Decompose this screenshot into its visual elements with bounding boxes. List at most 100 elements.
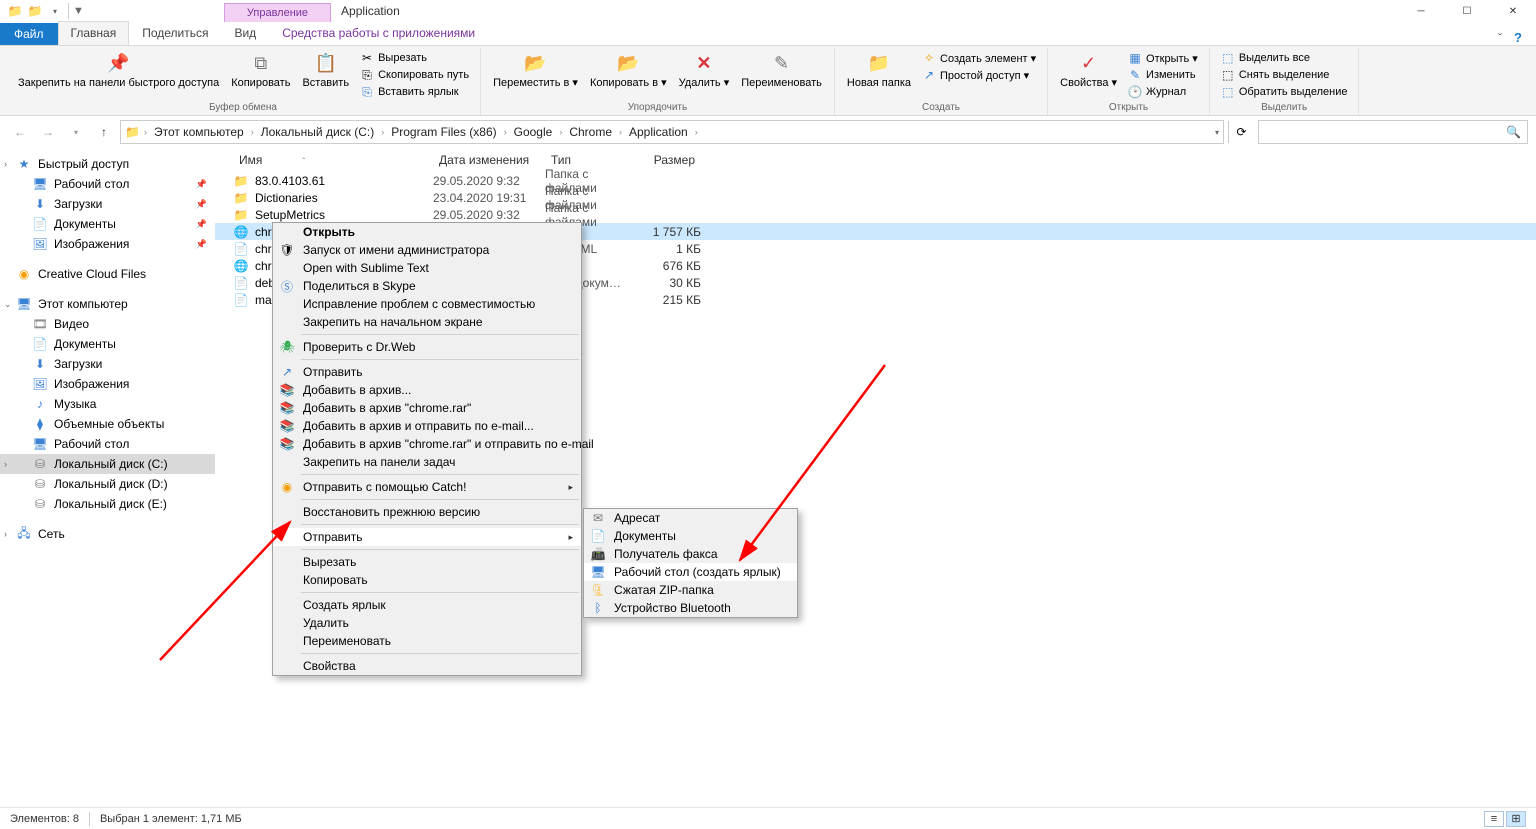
ribbon-collapse-icon[interactable]: ˇ — [1498, 31, 1502, 45]
nav-music[interactable]: ♪Музыка — [0, 394, 215, 414]
qat-dropdown[interactable]: ▾ — [46, 2, 64, 20]
paste-button[interactable]: 📋Вставить — [298, 48, 353, 91]
nav-videos[interactable]: 🎞Видео — [0, 314, 215, 334]
rename-button[interactable]: ✎Переименовать — [737, 48, 826, 91]
up-button[interactable]: ↑ — [92, 120, 116, 144]
ctx-properties[interactable]: Свойства — [273, 657, 581, 675]
ctx-send-to[interactable]: Отправить▸ — [273, 528, 581, 546]
nav-desktop[interactable]: 🖥Рабочий стол📌 — [0, 174, 215, 194]
nav-this-pc[interactable]: ⌄🖥Этот компьютер — [0, 294, 215, 314]
sub-bluetooth[interactable]: ᛒУстройство Bluetooth — [584, 599, 797, 617]
tab-app-tools[interactable]: Средства работы с приложениями — [269, 21, 488, 45]
sub-recipient[interactable]: ✉Адресат — [584, 509, 797, 527]
pin-quick-access-button[interactable]: 📌Закрепить на панели быстрого доступа — [14, 48, 223, 91]
tab-view[interactable]: Вид — [221, 21, 269, 45]
tab-share[interactable]: Поделиться — [129, 21, 221, 45]
edit-button[interactable]: ✎Изменить — [1125, 67, 1201, 83]
ctx-share-skype[interactable]: ⓈПоделиться в Skype — [273, 277, 581, 295]
navigation-pane[interactable]: ›★Быстрый доступ 🖥Рабочий стол📌 ⬇Загрузк… — [0, 148, 215, 807]
new-folder-button[interactable]: 📁Новая папка — [843, 48, 915, 91]
col-name[interactable]: Имяˆ — [233, 153, 433, 167]
recent-dropdown[interactable]: ▾ — [64, 120, 88, 144]
view-large-icons-button[interactable]: ⊞ — [1506, 811, 1526, 827]
ctx-rename[interactable]: Переименовать — [273, 632, 581, 650]
ctx-send-catch[interactable]: ◉Отправить с помощью Catch!▸ — [273, 478, 581, 496]
nav-disk-e[interactable]: ⛁Локальный диск (E:) — [0, 494, 215, 514]
nav-documents[interactable]: 📄Документы📌 — [0, 214, 215, 234]
forward-button[interactable]: → — [36, 120, 60, 144]
breadcrumb-bar[interactable]: 📁 › Этот компьютер› Локальный диск (C:)›… — [120, 120, 1224, 144]
sub-zip[interactable]: 🗜Сжатая ZIP-папка — [584, 581, 797, 599]
ctx-pin-start[interactable]: Закрепить на начальном экране — [273, 313, 581, 331]
copy-to-button[interactable]: 📂Копировать в ▾ — [586, 48, 671, 91]
invert-selection-button[interactable]: ⬚Обратить выделение — [1218, 84, 1351, 100]
easy-access-button[interactable]: ↗Простой доступ ▾ — [919, 67, 1039, 83]
ctx-open[interactable]: Открыть — [273, 223, 581, 241]
help-icon[interactable]: ? — [1514, 30, 1522, 45]
sub-documents[interactable]: 📄Документы — [584, 527, 797, 545]
delete-button[interactable]: ✕Удалить ▾ — [675, 48, 734, 91]
view-details-button[interactable]: ≡ — [1484, 811, 1504, 827]
cut-button[interactable]: ✂Вырезать — [357, 50, 472, 66]
nav-downloads[interactable]: ⬇Загрузки📌 — [0, 194, 215, 214]
col-type[interactable]: Тип — [545, 153, 635, 167]
qat-folder-icon[interactable]: 📁 — [26, 2, 44, 20]
nav-documents-pc[interactable]: 📄Документы — [0, 334, 215, 354]
nav-quick-access[interactable]: ›★Быстрый доступ — [0, 154, 215, 174]
context-menu[interactable]: Открыть 🛡Запуск от имени администратора … — [272, 222, 582, 676]
nav-3d-objects[interactable]: ⧫Объемные объекты — [0, 414, 215, 434]
sub-desktop-shortcut[interactable]: 🖥Рабочий стол (создать ярлык) — [584, 563, 797, 581]
minimize-button[interactable]: ─ — [1398, 0, 1444, 22]
ctx-cut[interactable]: Вырезать — [273, 553, 581, 571]
open-button[interactable]: ▦Открыть ▾ — [1125, 50, 1201, 66]
paste-shortcut-button[interactable]: ⎘Вставить ярлык — [357, 84, 472, 100]
column-headers[interactable]: Имяˆ Дата изменения Тип Размер — [215, 148, 1536, 172]
ctx-add-archive-chrome-email[interactable]: 📚Добавить в архив "chrome.rar" и отправи… — [273, 435, 581, 453]
nav-pictures-pc[interactable]: 🖼Изображения — [0, 374, 215, 394]
refresh-button[interactable]: ⟳ — [1228, 121, 1254, 143]
ctx-add-archive[interactable]: 📚Добавить в архив... — [273, 381, 581, 399]
qat-overflow[interactable]: ▼ — [73, 5, 84, 17]
col-date[interactable]: Дата изменения — [433, 153, 545, 167]
col-size[interactable]: Размер — [635, 153, 701, 167]
crumb-program-files[interactable]: Program Files (x86) — [388, 125, 499, 139]
crumb-chrome[interactable]: Chrome — [566, 125, 615, 139]
nav-disk-c[interactable]: ›⛁Локальный диск (C:) — [0, 454, 215, 474]
tab-file[interactable]: Файл — [0, 23, 58, 45]
ctx-run-as-admin[interactable]: 🛡Запуск от имени администратора — [273, 241, 581, 259]
ctx-add-archive-email[interactable]: 📚Добавить в архив и отправить по e-mail.… — [273, 417, 581, 435]
ctx-create-shortcut[interactable]: Создать ярлык — [273, 596, 581, 614]
close-button[interactable]: ✕ — [1490, 0, 1536, 22]
ctx-drweb[interactable]: 🕷Проверить с Dr.Web — [273, 338, 581, 356]
select-all-button[interactable]: ⬚Выделить все — [1218, 50, 1351, 66]
copy-button[interactable]: ⧉Копировать — [227, 48, 294, 91]
history-button[interactable]: 🕑Журнал — [1125, 84, 1201, 100]
properties-button[interactable]: ✓Свойства ▾ — [1056, 48, 1121, 91]
contextual-tab-manage[interactable]: Управление — [224, 3, 331, 22]
nav-pictures[interactable]: 🖼Изображения📌 — [0, 234, 215, 254]
back-button[interactable]: ← — [8, 120, 32, 144]
sub-fax[interactable]: 📠Получатель факса — [584, 545, 797, 563]
crumb-disk-c[interactable]: Локальный диск (C:) — [258, 125, 378, 139]
nav-network[interactable]: ›🖧Сеть — [0, 524, 215, 544]
ctx-delete[interactable]: Удалить — [273, 614, 581, 632]
ctx-add-archive-chrome[interactable]: 📚Добавить в архив "chrome.rar" — [273, 399, 581, 417]
nav-creative-cloud[interactable]: ◉Creative Cloud Files — [0, 264, 215, 284]
ctx-send[interactable]: ↗Отправить — [273, 363, 581, 381]
nav-disk-d[interactable]: ⛁Локальный диск (D:) — [0, 474, 215, 494]
ctx-pin-taskbar[interactable]: Закрепить на панели задач — [273, 453, 581, 471]
nav-desktop-pc[interactable]: 🖥Рабочий стол — [0, 434, 215, 454]
select-none-button[interactable]: ⬚Снять выделение — [1218, 67, 1351, 83]
crumb-application[interactable]: Application — [626, 125, 691, 139]
file-row[interactable]: 📁83.0.4103.6129.05.2020 9:32Папка с файл… — [215, 172, 1536, 189]
crumb-this-pc[interactable]: Этот компьютер — [151, 125, 247, 139]
ctx-copy[interactable]: Копировать — [273, 571, 581, 589]
maximize-button[interactable]: ☐ — [1444, 0, 1490, 22]
file-row[interactable]: 📁SetupMetrics29.05.2020 9:32Папка с файл… — [215, 206, 1536, 223]
nav-downloads-pc[interactable]: ⬇Загрузки — [0, 354, 215, 374]
crumb-google[interactable]: Google — [511, 125, 556, 139]
tab-home[interactable]: Главная — [58, 21, 130, 45]
search-input[interactable]: 🔍 — [1258, 120, 1528, 144]
ctx-restore-prev[interactable]: Восстановить прежнюю версию — [273, 503, 581, 521]
ctx-open-sublime[interactable]: Open with Sublime Text — [273, 259, 581, 277]
